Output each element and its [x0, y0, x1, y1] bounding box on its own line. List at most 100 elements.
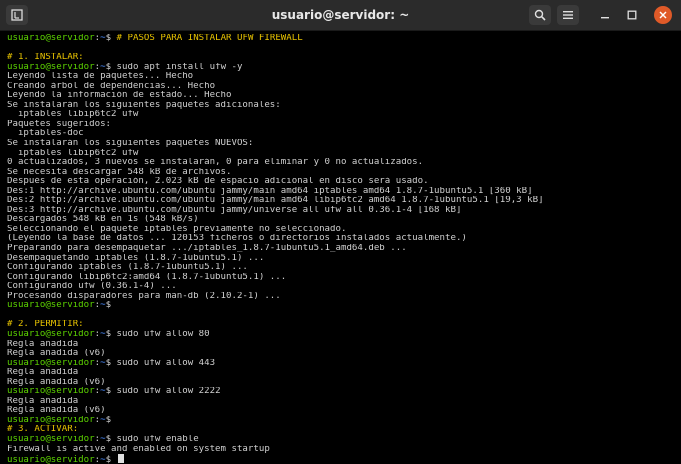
prompt-user-host: usuario@servidor	[7, 62, 95, 72]
comment-line: # 2. PERMITIR:	[7, 320, 681, 330]
terminal-window: usuario@servidor: ~ usuario@servidor:~$ …	[0, 0, 681, 464]
output-text: iptables-doc	[7, 129, 84, 139]
prompt-user-host: usuario@servidor	[7, 329, 95, 339]
output-text: Creando árbol de dependencias... Hecho	[7, 81, 216, 91]
prompt-user-host: usuario@servidor	[7, 455, 95, 464]
output-text: Después de esta operación, 2.023 kB de e…	[7, 177, 429, 187]
output-line: iptables libip6tc2 ufw	[7, 110, 681, 120]
output-line: Creando árbol de dependencias... Hecho	[7, 82, 681, 92]
output-line: iptables-doc	[7, 129, 681, 139]
prompt-line: usuario@servidor:~$ sudo ufw allow 443	[7, 358, 216, 368]
output-text: Procesando disparadores para man-db (2.1…	[7, 291, 281, 301]
output-text: Regla añadida	[7, 396, 79, 406]
minimize-icon	[601, 17, 609, 19]
output-line: Seleccionando el paquete iptables previa…	[7, 225, 681, 235]
comment-line: # 1. INSTALAR:	[7, 53, 681, 63]
comment-line: # 3. ACTIVAR:	[7, 425, 681, 435]
maximize-button[interactable]	[621, 5, 643, 25]
output-text: Leyendo lista de paquetes... Hecho	[7, 72, 194, 82]
output-line: Regla añadida (v6)	[7, 349, 681, 359]
output-text: Desempaquetando iptables (1.8.7-1ubuntu5…	[7, 253, 265, 263]
output-text: Des:1 http://archive.ubuntu.com/ubuntu j…	[7, 186, 533, 196]
output-text: Regla añadida (v6)	[7, 377, 106, 387]
output-line: Leyendo la información de estado... Hech…	[7, 91, 681, 101]
command-text: sudo ufw allow 443	[116, 358, 216, 368]
output-text: Regla añadida (v6)	[7, 349, 106, 359]
output-text: Firewall is active and enabled on system…	[7, 444, 270, 454]
output-text: Configurando iptables (1.8.7-1ubuntu5.1)…	[7, 263, 248, 273]
new-tab-icon	[11, 9, 23, 21]
output-line: iptables libip6tc2 ufw	[7, 149, 681, 159]
output-text: Se necesita descargar 548 kB de archivos…	[7, 167, 232, 177]
prompt-line: usuario@servidor:~$ sudo ufw allow 80	[7, 329, 210, 339]
output-text: Se instalarán los siguientes paquetes NU…	[7, 139, 254, 149]
search-button[interactable]	[529, 5, 551, 25]
output-text: Configurando libip6tc2:amd64 (1.8.7-1ubu…	[7, 272, 287, 282]
close-button[interactable]	[654, 6, 672, 24]
terminal-cursor	[117, 454, 124, 464]
prompt-line: usuario@servidor:~$	[7, 301, 112, 311]
output-text: iptables libip6tc2 ufw	[7, 148, 139, 158]
output-text: Seleccionando el paquete iptables previa…	[7, 224, 347, 234]
output-text: Des:3 http://archive.ubuntu.com/ubuntu j…	[7, 205, 462, 215]
title-bar: usuario@servidor: ~	[0, 0, 681, 31]
output-line: Regla añadida	[7, 340, 681, 350]
maximize-icon	[627, 10, 637, 20]
output-line: Regla añadida (v6)	[7, 378, 681, 388]
hamburger-menu-icon	[563, 11, 573, 19]
output-line: Regla añadida	[7, 368, 681, 378]
output-line: Des:1 http://archive.ubuntu.com/ubuntu j…	[7, 187, 681, 197]
output-text: Regla añadida	[7, 368, 79, 378]
output-line: Des:3 http://archive.ubuntu.com/ubuntu j…	[7, 206, 681, 216]
menu-button[interactable]	[557, 5, 579, 25]
output-line: Firewall is active and enabled on system…	[7, 445, 681, 455]
output-line: Regla añadida (v6)	[7, 406, 681, 416]
output-line: Desempaquetando iptables (1.8.7-1ubuntu5…	[7, 254, 681, 264]
output-text: Descargados 548 kB en 1s (548 kB/s)	[7, 215, 199, 225]
output-text: Preparando para desempaquetar .../iptabl…	[7, 244, 407, 254]
prompt-user-host: usuario@servidor	[7, 358, 95, 368]
output-text: Des:2 http://archive.ubuntu.com/ubuntu j…	[7, 196, 544, 206]
output-line: 0 actualizados, 3 nuevos se instalarán, …	[7, 158, 681, 168]
comment-text: # 1. INSTALAR:	[7, 53, 84, 63]
prompt-line: usuario@servidor:~$ sudo ufw allow 2222	[7, 387, 221, 397]
command-text: # PASOS PARA INSTALAR UFW FIREWALL	[116, 34, 303, 43]
output-line: Se necesita descargar 548 kB de archivos…	[7, 168, 681, 178]
output-text: Paquetes sugeridos:	[7, 119, 112, 129]
comment-text: # 3. ACTIVAR:	[7, 425, 79, 435]
prompt-user-host: usuario@servidor	[7, 34, 95, 43]
minimize-button[interactable]	[594, 5, 616, 25]
output-line: Se instalarán los siguientes paquetes NU…	[7, 139, 681, 149]
prompt-line: usuario@servidor:~$ sudo apt install ufw…	[7, 62, 243, 72]
prompt-user-host: usuario@servidor	[7, 387, 95, 397]
output-line: Regla añadida	[7, 397, 681, 407]
output-text: 0 actualizados, 3 nuevos se instalarán, …	[7, 158, 424, 168]
terminal-output[interactable]: usuario@servidor:~$ # PASOS PARA INSTALA…	[0, 31, 681, 464]
prompt-line: usuario@servidor:~$	[7, 454, 681, 464]
close-icon	[659, 11, 667, 19]
output-line: (Leyendo la base de datos ... 120153 fic…	[7, 234, 681, 244]
output-text: Configurando ufw (0.36.1-4) ...	[7, 282, 177, 292]
command-text: sudo ufw enable	[116, 434, 199, 444]
output-text: iptables libip6tc2 ufw	[7, 110, 139, 120]
new-tab-button[interactable]	[6, 5, 28, 25]
prompt-user-host: usuario@servidor	[7, 301, 95, 311]
command-text: sudo ufw allow 80	[116, 329, 210, 339]
output-text: Regla añadida	[7, 339, 79, 349]
output-line: Se instalarán los siguientes paquetes ad…	[7, 101, 681, 111]
prompt-line: usuario@servidor:~$	[7, 415, 112, 425]
output-text: Se instalarán los siguientes paquetes ad…	[7, 100, 281, 110]
comment-text: # 2. PERMITIR:	[7, 320, 84, 330]
output-line: Configurando ufw (0.36.1-4) ...	[7, 282, 681, 292]
output-text: (Leyendo la base de datos ... 120153 fic…	[7, 234, 467, 244]
output-line: Preparando para desempaquetar .../iptabl…	[7, 244, 681, 254]
prompt-line: usuario@servidor:~$ sudo ufw enable	[7, 434, 199, 444]
command-text: sudo ufw allow 2222	[116, 387, 221, 397]
prompt-line: usuario@servidor:~$ # PASOS PARA INSTALA…	[7, 34, 303, 43]
output-line: Configurando libip6tc2:amd64 (1.8.7-1ubu…	[7, 273, 681, 283]
output-line: Descargados 548 kB en 1s (548 kB/s)	[7, 215, 681, 225]
output-line: Leyendo lista de paquetes... Hecho	[7, 72, 681, 82]
output-text: Leyendo la información de estado... Hech…	[7, 91, 232, 101]
